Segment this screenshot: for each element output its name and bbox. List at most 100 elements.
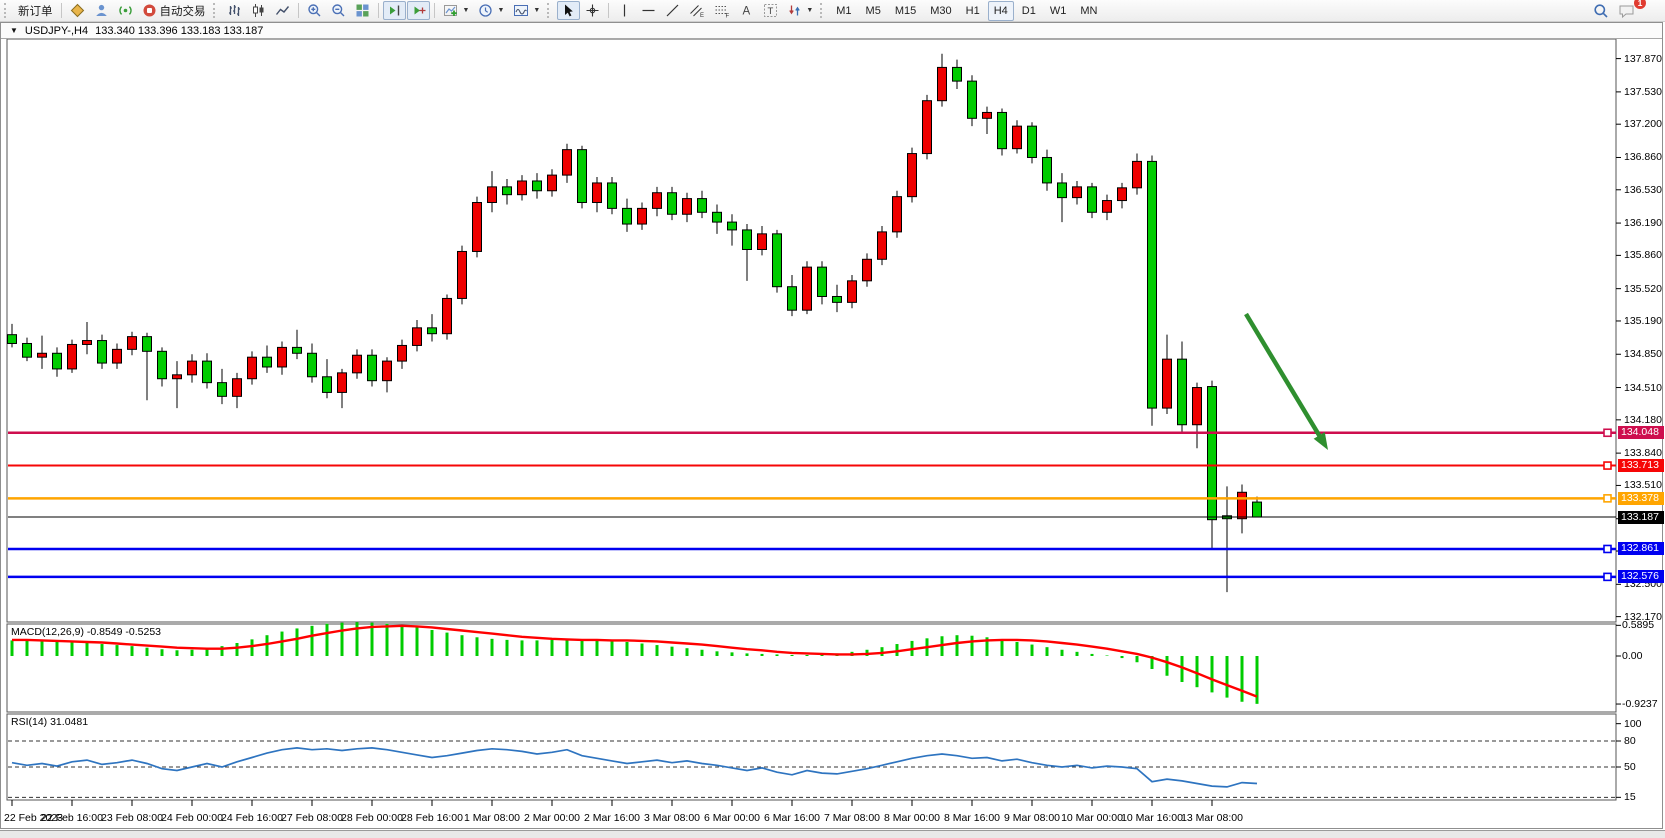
svg-text:A: A [743,6,751,18]
candle-up [38,353,47,357]
candle-up [1238,492,1247,518]
rsi-indicator-label: RSI(14) 31.0481 [11,716,88,728]
svg-text:T: T [768,6,774,17]
arrows-tool-button[interactable]: ▼ [783,1,817,20]
line-handle [1604,462,1611,469]
candle-down [8,335,17,344]
timeframe-group: M1M5M15M30H1H4D1W1MN [830,1,1103,21]
bar-chart-button[interactable] [223,1,246,20]
candle-up [983,112,992,118]
cursor-icon [561,3,576,18]
candle-up [488,187,497,203]
zoom-in-button[interactable] [303,1,326,20]
candlestick-chart-button[interactable] [247,1,270,20]
collapse-icon[interactable]: ▼ [10,26,18,35]
cursor-button[interactable] [557,1,580,20]
candle-down [1028,126,1037,157]
candle-up [848,281,857,303]
equidistant-channel-icon: E [689,3,705,18]
templates-button[interactable]: ▼ [509,1,544,20]
timeframe-button-M5[interactable]: M5 [860,1,887,21]
line-handle [1604,545,1611,552]
autotrading-label: 自动交易 [160,3,206,19]
candle-up [113,349,122,363]
timeframe-button-H1[interactable]: H1 [960,1,986,21]
candle-down [503,187,512,195]
timeframe-button-W1[interactable]: W1 [1044,1,1073,21]
line-handle [1604,495,1611,502]
candle-down [98,341,107,364]
tile-windows-icon [355,3,370,18]
candle-down [578,150,587,203]
macd-signal-line [12,626,1257,697]
search-button[interactable] [1589,1,1613,20]
candle-down [1253,502,1262,517]
candle-up [68,344,77,368]
chart-shift-button[interactable] [407,1,430,20]
candle-down [728,222,737,230]
tile-windows-button[interactable] [351,1,374,20]
notification-badge[interactable]: 1 [1634,0,1646,9]
timeframe-button-H4[interactable]: H4 [988,1,1014,21]
gold-button[interactable] [66,1,89,20]
chart-canvas[interactable] [0,0,1665,837]
candle-down [158,351,167,378]
community-button[interactable] [90,1,113,20]
timeframe-button-M1[interactable]: M1 [830,1,857,21]
candle-up [1073,187,1082,198]
candle-up [593,183,602,203]
indicators-button[interactable]: ▼ [439,1,474,20]
candle-down [428,328,437,334]
periods-button[interactable]: ▼ [474,1,508,20]
text-label-icon: T [763,3,778,18]
candle-down [143,337,152,352]
candle-down [668,193,677,215]
text-label-tool-button[interactable]: T [759,1,782,20]
candle-down [1148,161,1157,408]
candle-up [458,251,467,298]
timeframe-button-D1[interactable]: D1 [1016,1,1042,21]
line-handle [1604,573,1611,580]
autotrading-button[interactable]: 自动交易 [138,1,210,20]
vertical-line-tool-button[interactable] [613,1,636,20]
zoom-out-icon [331,3,346,18]
new-order-button[interactable]: 新订单 [14,1,57,20]
candlestick-icon [251,3,266,18]
candle-up [83,341,92,345]
line-chart-icon [275,3,290,18]
line-chart-button[interactable] [271,1,294,20]
zoom-out-button[interactable] [327,1,350,20]
timeframe-button-MN[interactable]: MN [1074,1,1103,21]
candle-down [323,377,332,393]
candle-up [1103,201,1112,213]
horizontal-line-tool-button[interactable] [637,1,660,20]
new-order-label: 新订单 [18,3,53,19]
trendline-tool-button[interactable] [661,1,684,20]
channel-tool-button[interactable]: E [685,1,709,20]
chat-bubble-icon [1618,3,1635,19]
candle-down [773,234,782,287]
timeframe-button-M30[interactable]: M30 [924,1,957,21]
candle-up [413,328,422,346]
signals-button[interactable] [114,1,137,20]
vertical-line-icon [617,3,632,18]
annotation-arrow-head [1314,432,1328,450]
candle-up [893,197,902,232]
text-tool-button[interactable]: A [735,1,758,20]
candle-down [1088,187,1097,212]
svg-text:E: E [700,13,704,18]
candle-down [833,296,842,302]
candle-down [293,347,302,353]
chart-symbol-period: USDJPY-,H4 [25,25,88,37]
candle-up [173,375,182,379]
candle-down [608,183,617,208]
template-icon [513,3,529,18]
candle-up [878,232,887,259]
fibonacci-tool-button[interactable]: F [710,1,734,20]
crosshair-button[interactable] [581,1,604,20]
candle-down [1043,157,1052,182]
toolbar-grip [4,3,10,18]
auto-scroll-button[interactable] [383,1,406,20]
top-toolbar: 新订单 自动交易 ▼ [0,0,1665,22]
timeframe-button-M15[interactable]: M15 [889,1,922,21]
